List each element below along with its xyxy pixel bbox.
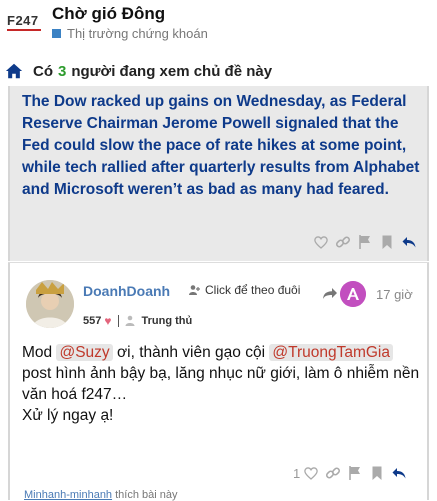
viewers-prefix: Có [33,62,53,80]
flag-icon[interactable] [357,234,373,250]
viewers-suffix: người đang xem chủ đề này [71,62,273,80]
user-rank: Trung thủ [141,315,193,327]
liked-by-user[interactable]: Minhanh-minhanh [24,489,112,501]
stats-separator [118,315,120,327]
viewers-count: 3 [58,62,67,80]
link-icon[interactable] [335,234,351,250]
post-body: Mod @Suzy ơi, thành viên gạo cội @Truong… [22,342,422,426]
body-text-4: Xử lý ngay ạ! [22,407,114,424]
follow-button[interactable]: Click để theo đuôi [188,283,300,297]
category-label: Thị trường chứng khoán [67,26,208,41]
category-color-swatch [52,29,61,38]
reply-icon[interactable] [391,465,407,481]
mention-suzy[interactable]: @Suzy [56,344,113,361]
post-actions [313,234,417,250]
logo-text: F247 [7,13,39,28]
category-breadcrumb[interactable]: Thị trường chứng khoán [52,26,208,41]
post-body: The Dow racked up gains on Wednesday, as… [22,93,420,198]
bookmark-icon[interactable] [379,234,395,250]
body-text-3: post hình ảnh bậy bạ, lăng nhục nữ giới,… [22,365,420,403]
reply-to-avatar[interactable] [340,281,366,307]
viewers-bar: Có 3 người đang xem chủ đề này [0,58,437,84]
liked-by-suffix: thích bài này [115,489,178,501]
user-plus-icon [189,285,200,295]
liked-by-line: Minhanh-minhanh thích bài này [24,489,178,501]
site-logo[interactable]: F247 [7,12,43,34]
topic-title[interactable]: Chờ gió Đông [52,4,165,24]
logo-underline [7,29,41,31]
link-icon[interactable] [325,465,341,481]
avatar-image [26,280,74,328]
body-text-1: Mod [22,344,57,361]
likes-received-count: 557 [83,315,102,327]
flag-icon[interactable] [347,465,363,481]
heart-icon[interactable] [303,465,319,481]
heart-icon[interactable] [313,234,329,250]
post-actions: 1 [293,465,407,481]
post-quoted-news: The Dow racked up gains on Wednesday, as… [8,86,429,261]
home-icon[interactable] [5,62,23,80]
user-avatar[interactable] [26,280,74,328]
heart-icon: ♥ [104,314,112,328]
follow-label: Click để theo đuôi [205,283,301,297]
body-text-2: ơi, thành viên gạo cội [112,344,270,361]
mention-truongtamgia[interactable]: @TruongTamGia [269,344,394,361]
bookmark-icon[interactable] [369,465,385,481]
top-header: F247 Chờ gió Đông Thị trường chứng khoán [0,0,437,52]
reply-to-icon[interactable] [322,287,338,301]
reply-icon[interactable] [401,234,417,250]
rank-icon [125,315,135,326]
user-stats: 557 ♥ Trung thủ [83,314,192,328]
post-time[interactable]: 17 giờ [376,287,413,302]
like-count[interactable]: 1 [293,466,300,481]
post-username[interactable]: DoanhDoanh [83,283,170,299]
post-reply: DoanhDoanh Click để theo đuôi 557 ♥ Trun… [8,263,429,501]
